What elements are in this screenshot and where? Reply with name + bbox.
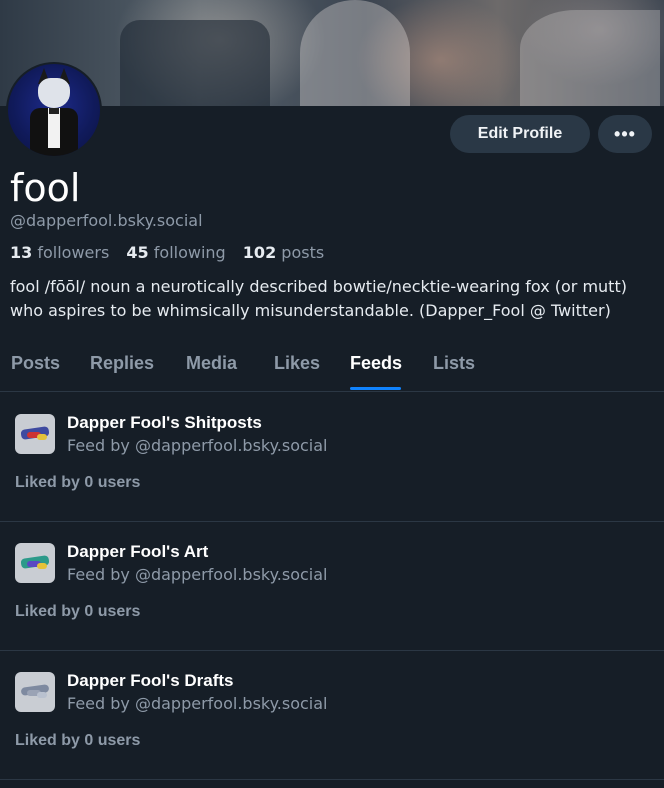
feed-avatar-icon bbox=[15, 543, 55, 583]
following-count[interactable]: 45 bbox=[126, 243, 148, 262]
feed-title: Dapper Fool's Art bbox=[67, 542, 209, 561]
profile-banner[interactable] bbox=[0, 0, 664, 106]
display-name: fool bbox=[10, 166, 81, 210]
avatar[interactable] bbox=[6, 62, 102, 158]
banner-figure bbox=[520, 10, 660, 106]
feed-item[interactable]: Dapper Fool's Shitposts Feed by @dapperf… bbox=[0, 392, 664, 522]
followers-count[interactable]: 13 bbox=[10, 243, 32, 262]
following-label[interactable]: following bbox=[154, 243, 226, 262]
feed-likes: Liked by 0 users bbox=[15, 474, 141, 491]
profile-stats: 13 followers 45 following 102 posts bbox=[10, 243, 336, 262]
feed-item[interactable]: Dapper Fool's Drafts Feed by @dapperfool… bbox=[0, 650, 664, 780]
feed-item[interactable]: Dapper Fool's Art Feed by @dapperfool.bs… bbox=[0, 521, 664, 651]
posts-count: 102 bbox=[242, 243, 277, 262]
banner-figure bbox=[300, 0, 410, 106]
profile-handle: @dapperfool.bsky.social bbox=[10, 211, 203, 230]
tab-replies[interactable]: Replies bbox=[90, 353, 154, 374]
tab-likes[interactable]: Likes bbox=[274, 353, 320, 374]
edit-profile-button[interactable]: Edit Profile bbox=[450, 115, 590, 153]
followers-label[interactable]: followers bbox=[37, 243, 109, 262]
feed-avatar-icon bbox=[15, 414, 55, 454]
avatar-bowtie bbox=[49, 108, 59, 114]
profile-tabs: Posts Replies Media Likes Feeds Lists bbox=[0, 344, 664, 392]
tab-media[interactable]: Media bbox=[186, 353, 237, 374]
posts-label: posts bbox=[281, 243, 325, 262]
tab-lists[interactable]: Lists bbox=[433, 353, 475, 374]
feed-likes: Liked by 0 users bbox=[15, 603, 141, 620]
feed-likes: Liked by 0 users bbox=[15, 732, 141, 749]
feed-creator: Feed by @dapperfool.bsky.social bbox=[67, 436, 328, 455]
avatar-shirt bbox=[48, 108, 60, 148]
feed-creator: Feed by @dapperfool.bsky.social bbox=[67, 694, 328, 713]
active-tab-indicator bbox=[350, 387, 401, 390]
more-options-button[interactable]: ••• bbox=[598, 115, 652, 153]
tab-feeds[interactable]: Feeds bbox=[350, 353, 402, 374]
feed-title: Dapper Fool's Shitposts bbox=[67, 413, 262, 432]
feed-title: Dapper Fool's Drafts bbox=[67, 671, 234, 690]
tab-posts[interactable]: Posts bbox=[11, 353, 60, 374]
feed-creator: Feed by @dapperfool.bsky.social bbox=[67, 565, 328, 584]
feed-avatar-icon bbox=[15, 672, 55, 712]
avatar-head bbox=[38, 78, 70, 108]
banner-figure bbox=[120, 20, 270, 106]
profile-bio: fool /fōōl/ noun a neurotically describe… bbox=[10, 277, 627, 320]
